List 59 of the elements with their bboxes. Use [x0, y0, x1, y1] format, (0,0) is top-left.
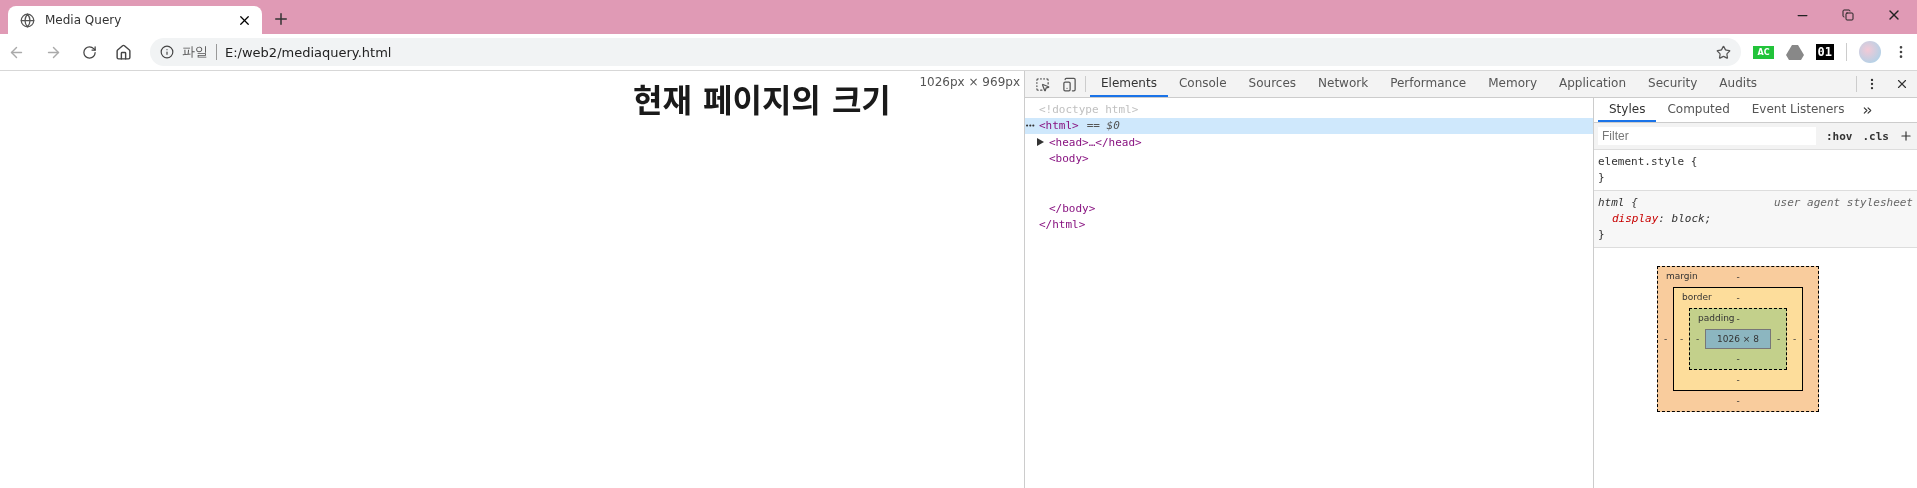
close-icon[interactable] [1895, 77, 1909, 91]
devtools-tab[interactable]: Console [1167, 71, 1238, 97]
css-selector: element.style { [1598, 154, 1698, 170]
box-label: border [1682, 292, 1712, 302]
devtools-tab[interactable]: Network [1307, 71, 1380, 97]
devtools-tab[interactable]: Application [1548, 71, 1638, 97]
reload-icon[interactable] [82, 44, 97, 60]
closing-brace: } [1598, 171, 1605, 184]
add-icon[interactable] [1899, 129, 1913, 143]
new-tab-icon[interactable] [272, 10, 290, 28]
info-icon[interactable] [160, 45, 174, 59]
expand-arrow-icon[interactable] [1037, 138, 1044, 147]
viewport-size: 1026px × 969px [919, 75, 1020, 89]
devtools-tab[interactable]: Security [1637, 71, 1709, 97]
box-label: margin [1666, 271, 1698, 281]
box-value: - [1679, 334, 1684, 344]
closing-brace: } [1598, 228, 1605, 241]
devtools-tab[interactable]: Audits [1708, 71, 1769, 97]
box-value: - [1792, 334, 1797, 344]
box-label: padding [1698, 313, 1735, 323]
box-value: - [1736, 396, 1740, 406]
box-value: - [1776, 334, 1781, 344]
box-value: - [1736, 314, 1740, 324]
device-icon[interactable] [1062, 76, 1077, 92]
toggle-button[interactable]: :hov [1826, 129, 1853, 143]
content-box: 1026 × 8 [1705, 329, 1771, 349]
star-icon[interactable] [1716, 44, 1732, 60]
box-value: - [1736, 354, 1740, 364]
dom-node[interactable]: </html> [1039, 218, 1086, 232]
box-value: - [1736, 272, 1740, 282]
address-field[interactable]: 파일 E:/web2/mediaquery.html [150, 38, 1742, 66]
box-value: - [1736, 293, 1740, 303]
page-heading: 현재 페이지의 크기 [633, 81, 891, 121]
globe-icon [20, 12, 35, 28]
node-reference: == $0 [1086, 119, 1120, 133]
box-value: - [1695, 334, 1700, 344]
devtools-tab[interactable]: Memory [1477, 71, 1548, 97]
toggle-button[interactable]: .cls [1862, 129, 1889, 143]
dom-node[interactable]: <body> [1049, 152, 1089, 166]
dom-node[interactable]: </body> [1049, 201, 1096, 215]
box-value: - [1663, 334, 1668, 344]
rule-source: user agent stylesheet [1773, 195, 1913, 211]
restore-icon[interactable] [1842, 9, 1854, 21]
filter-field[interactable]: Filter [1598, 127, 1816, 145]
css-selector: html { [1598, 195, 1638, 211]
devtools-tab[interactable]: Elements [1090, 71, 1168, 97]
devtools-tab[interactable]: Sources [1237, 71, 1308, 97]
browser-tab[interactable]: Media Query [8, 6, 262, 34]
box-value: - [1808, 334, 1813, 344]
box-value: - [1736, 375, 1740, 385]
sidebar-tab[interactable]: Computed [1656, 98, 1741, 122]
dom-node[interactable]: <html> [1039, 119, 1079, 133]
inspect-icon[interactable] [1035, 76, 1050, 92]
extension-button[interactable]: 01 [1815, 44, 1834, 60]
sidebar-tab[interactable]: Event Listeners [1740, 98, 1856, 122]
css-declaration: display: block; [1611, 211, 1713, 227]
dom-node[interactable]: <head>…</head> [1049, 135, 1142, 149]
devtools-tab[interactable]: Performance [1379, 71, 1478, 97]
home-icon[interactable] [115, 43, 132, 61]
